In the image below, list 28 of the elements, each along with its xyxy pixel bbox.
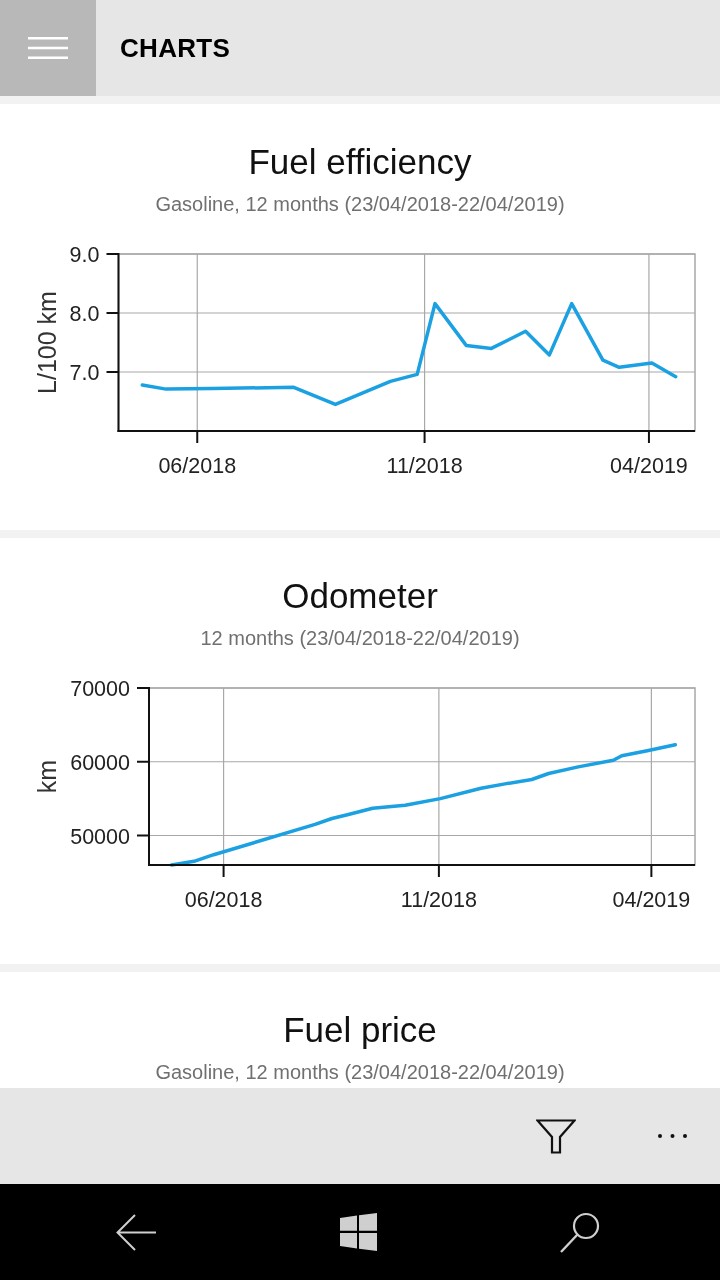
x-tick-label: 04/2019	[610, 454, 688, 478]
y-tick-label: 70000	[70, 677, 130, 701]
x-tick-label: 06/2018	[158, 454, 237, 478]
menu-button[interactable]	[0, 0, 96, 96]
y-tick-label: 9.0	[69, 243, 100, 267]
menu-icon	[28, 37, 68, 59]
chart-subtitle: 12 months (23/04/2018-22/04/2019)	[200, 626, 520, 651]
x-tick-label: 11/2018	[400, 888, 477, 912]
chart-subtitle: Gasoline, 12 months (23/04/2018-22/04/2019)	[155, 192, 565, 217]
chart-title: Fuel price	[283, 1009, 437, 1051]
y-axis-label: L/100 km	[33, 291, 61, 394]
y-tick-label: 8.0	[69, 302, 100, 326]
more-icon	[657, 1134, 687, 1138]
y-tick-label: 60000	[70, 750, 130, 775]
x-tick-label: 04/2019	[612, 888, 691, 912]
filter-icon	[536, 1118, 576, 1154]
page-title: CHARTS	[120, 32, 231, 64]
x-tick-label: 11/2018	[386, 454, 463, 478]
chart-subtitle: Gasoline, 12 months (23/04/2018-22/04/2019)	[155, 1060, 565, 1085]
y-tick-label: 7.0	[69, 361, 100, 385]
back-arrow-icon	[116, 1213, 156, 1251]
y-axis-label: km	[33, 759, 61, 794]
x-tick-label: 06/2018	[184, 888, 263, 912]
tiles-icon	[339, 1213, 377, 1251]
search-icon	[560, 1211, 600, 1253]
y-tick-label: 50000	[70, 824, 130, 849]
chart-title: Fuel efficiency	[248, 141, 472, 183]
chart-title: Odometer	[282, 575, 438, 617]
